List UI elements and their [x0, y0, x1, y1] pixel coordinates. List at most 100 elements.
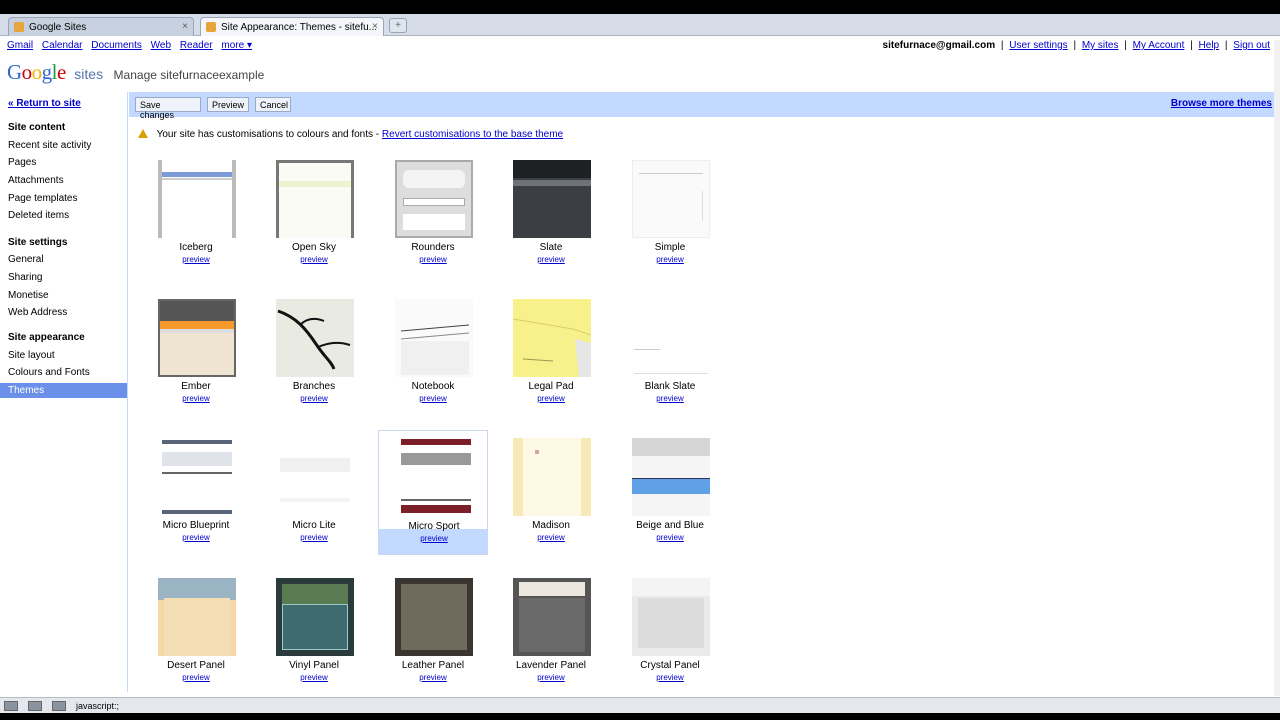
browse-more-themes-link[interactable]: Browse more themes	[1171, 98, 1272, 109]
theme-preview-link[interactable]: preview	[141, 394, 251, 403]
theme-card-leather-panel[interactable]: Leather Panel preview	[378, 570, 488, 695]
theme-thumbnail[interactable]	[632, 438, 710, 516]
theme-thumbnail[interactable]	[395, 160, 473, 238]
gbar-link-web[interactable]: Web	[151, 40, 171, 51]
theme-card-beige-and-blue[interactable]: Beige and Blue preview	[615, 430, 725, 555]
preview-button[interactable]: Preview	[207, 97, 249, 112]
theme-card-micro-lite[interactable]: Micro Lite preview	[259, 430, 369, 555]
theme-preview-link[interactable]: preview	[259, 533, 369, 542]
theme-preview-link[interactable]: preview	[496, 533, 606, 542]
theme-thumbnail[interactable]	[158, 438, 236, 516]
theme-card-desert-panel[interactable]: Desert Panel preview	[141, 570, 251, 695]
sidebar-item-site-layout[interactable]: Site layout	[8, 350, 55, 361]
user-settings-link[interactable]: User settings	[1009, 40, 1067, 51]
theme-preview-link[interactable]: preview	[496, 255, 606, 264]
theme-card-lavender-panel[interactable]: Lavender Panel preview	[496, 570, 606, 695]
sidebar-item-page-templates[interactable]: Page templates	[8, 193, 78, 204]
sidebar-item-web-address[interactable]: Web Address	[8, 307, 67, 318]
theme-preview-link[interactable]: preview	[259, 394, 369, 403]
theme-preview-link[interactable]: preview	[259, 255, 369, 264]
sidebar-item-deleted-items[interactable]: Deleted items	[8, 210, 69, 221]
theme-preview-link[interactable]: preview	[615, 255, 725, 264]
status-icon[interactable]	[52, 701, 66, 711]
cancel-button[interactable]: Cancel	[255, 97, 291, 112]
theme-thumbnail[interactable]	[158, 578, 236, 656]
theme-card-micro-blueprint[interactable]: Micro Blueprint preview	[141, 430, 251, 555]
theme-preview-link[interactable]: preview	[496, 673, 606, 682]
theme-card-madison[interactable]: Madison preview	[496, 430, 606, 555]
theme-card-slate[interactable]: Slate preview	[496, 152, 606, 277]
theme-card-ember[interactable]: Ember preview	[141, 291, 251, 416]
theme-thumbnail[interactable]	[513, 299, 591, 377]
theme-thumbnail[interactable]	[276, 299, 354, 377]
theme-thumbnail[interactable]	[158, 160, 236, 238]
sidebar-item-sharing[interactable]: Sharing	[8, 272, 42, 283]
sidebar-item-pages[interactable]: Pages	[8, 157, 36, 168]
theme-card-vinyl-panel[interactable]: Vinyl Panel preview	[259, 570, 369, 695]
theme-thumbnail[interactable]	[632, 299, 710, 377]
theme-thumbnail[interactable]	[276, 438, 354, 516]
gbar-link-more[interactable]: more ▾	[221, 40, 252, 51]
browser-tab-themes[interactable]: Site Appearance: Themes - sitefu... ×	[200, 17, 384, 36]
theme-thumbnail[interactable]	[276, 578, 354, 656]
return-to-site-link[interactable]: « Return to site	[8, 98, 81, 109]
status-icon[interactable]	[4, 701, 18, 711]
theme-preview-link[interactable]: preview	[378, 673, 488, 682]
sidebar-item-general[interactable]: General	[8, 254, 44, 265]
theme-card-iceberg[interactable]: Iceberg preview	[141, 152, 251, 277]
status-icon[interactable]	[28, 701, 42, 711]
sidebar-item-colours-fonts[interactable]: Colours and Fonts	[8, 367, 90, 378]
theme-card-simple[interactable]: Simple preview	[615, 152, 725, 277]
revert-customisations-link[interactable]: Revert customisations to the base theme	[382, 129, 563, 140]
theme-preview-link[interactable]: preview	[141, 255, 251, 264]
theme-preview-link[interactable]: preview	[615, 673, 725, 682]
gbar-link-documents[interactable]: Documents	[91, 40, 142, 51]
sidebar-item-monetise[interactable]: Monetise	[8, 290, 49, 301]
theme-preview-link[interactable]: preview	[379, 534, 489, 543]
my-sites-link[interactable]: My sites	[1082, 40, 1119, 51]
theme-preview-link[interactable]: preview	[615, 533, 725, 542]
theme-preview-link[interactable]: preview	[141, 533, 251, 542]
google-logo[interactable]: Google	[7, 60, 66, 84]
theme-thumbnail[interactable]	[399, 439, 477, 517]
theme-preview-link[interactable]: preview	[259, 673, 369, 682]
theme-thumbnail[interactable]	[513, 578, 591, 656]
help-link[interactable]: Help	[1199, 40, 1220, 51]
theme-thumbnail[interactable]	[276, 160, 354, 238]
browser-tab-google-sites[interactable]: Google Sites ×	[8, 17, 194, 36]
theme-thumbnail[interactable]	[632, 578, 710, 656]
theme-card-legal-pad[interactable]: Legal Pad preview	[496, 291, 606, 416]
theme-card-branches[interactable]: Branches preview	[259, 291, 369, 416]
theme-card-crystal-panel[interactable]: Crystal Panel preview	[615, 570, 725, 695]
theme-card-notebook[interactable]: Notebook preview	[378, 291, 488, 416]
theme-thumbnail[interactable]	[395, 299, 473, 377]
close-tab-icon[interactable]: ×	[372, 21, 378, 32]
vertical-scrollbar[interactable]	[1274, 40, 1280, 696]
save-changes-button[interactable]: Save changes	[135, 97, 201, 120]
theme-preview-link[interactable]: preview	[141, 673, 251, 682]
my-account-link[interactable]: My Account	[1133, 40, 1185, 51]
theme-thumbnail[interactable]	[158, 299, 236, 377]
gbar-link-gmail[interactable]: Gmail	[7, 40, 33, 51]
gbar-link-calendar[interactable]: Calendar	[42, 40, 83, 51]
theme-preview-link[interactable]: preview	[496, 394, 606, 403]
theme-thumbnail[interactable]	[513, 438, 591, 516]
sidebar: « Return to site Site content Recent sit…	[0, 92, 128, 692]
sidebar-item-themes[interactable]: Themes	[0, 383, 127, 398]
theme-thumbnail[interactable]	[513, 160, 591, 238]
gbar-link-reader[interactable]: Reader	[180, 40, 213, 51]
theme-card-blank-slate[interactable]: Blank Slate preview	[615, 291, 725, 416]
theme-preview-link[interactable]: preview	[378, 255, 488, 264]
theme-card-micro-sport[interactable]: Micro Sport preview	[378, 430, 488, 555]
sidebar-item-attachments[interactable]: Attachments	[8, 175, 64, 186]
theme-thumbnail[interactable]	[632, 160, 710, 238]
new-tab-button[interactable]: +	[389, 18, 407, 33]
theme-thumbnail[interactable]	[395, 578, 473, 656]
theme-card-rounders[interactable]: Rounders preview	[378, 152, 488, 277]
sidebar-item-recent-activity[interactable]: Recent site activity	[8, 140, 91, 151]
sign-out-link[interactable]: Sign out	[1233, 40, 1270, 51]
theme-preview-link[interactable]: preview	[615, 394, 725, 403]
theme-card-open-sky[interactable]: Open Sky preview	[259, 152, 369, 277]
close-tab-icon[interactable]: ×	[182, 21, 188, 32]
theme-preview-link[interactable]: preview	[378, 394, 488, 403]
